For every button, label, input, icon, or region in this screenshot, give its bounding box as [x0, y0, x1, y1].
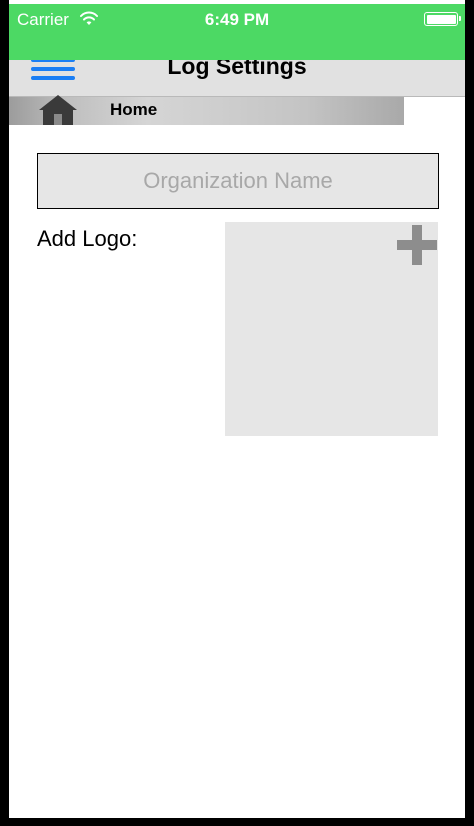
breadcrumb-label: Home	[110, 100, 158, 119]
add-logo-label: Add Logo:	[37, 226, 138, 251]
device-frame: Carrier 6:49 PM Log Settings Home Organi…	[0, 0, 474, 826]
organization-name-input[interactable]	[37, 153, 439, 209]
status-bar: Carrier 6:49 PM	[9, 4, 465, 60]
breadcrumb-home[interactable]: Home	[9, 95, 404, 125]
logo-upload-area[interactable]	[225, 222, 438, 436]
page-title: Log Settings	[167, 60, 307, 79]
app-screen: Carrier 6:49 PM Log Settings Home Organi…	[9, 0, 465, 818]
home-icon	[39, 95, 77, 125]
battery-icon	[424, 12, 461, 26]
plus-icon-vertical	[412, 225, 422, 265]
navigation-bar: Log Settings	[9, 60, 465, 97]
status-time: 6:49 PM	[204, 10, 270, 29]
plus-icon[interactable]	[397, 225, 437, 265]
